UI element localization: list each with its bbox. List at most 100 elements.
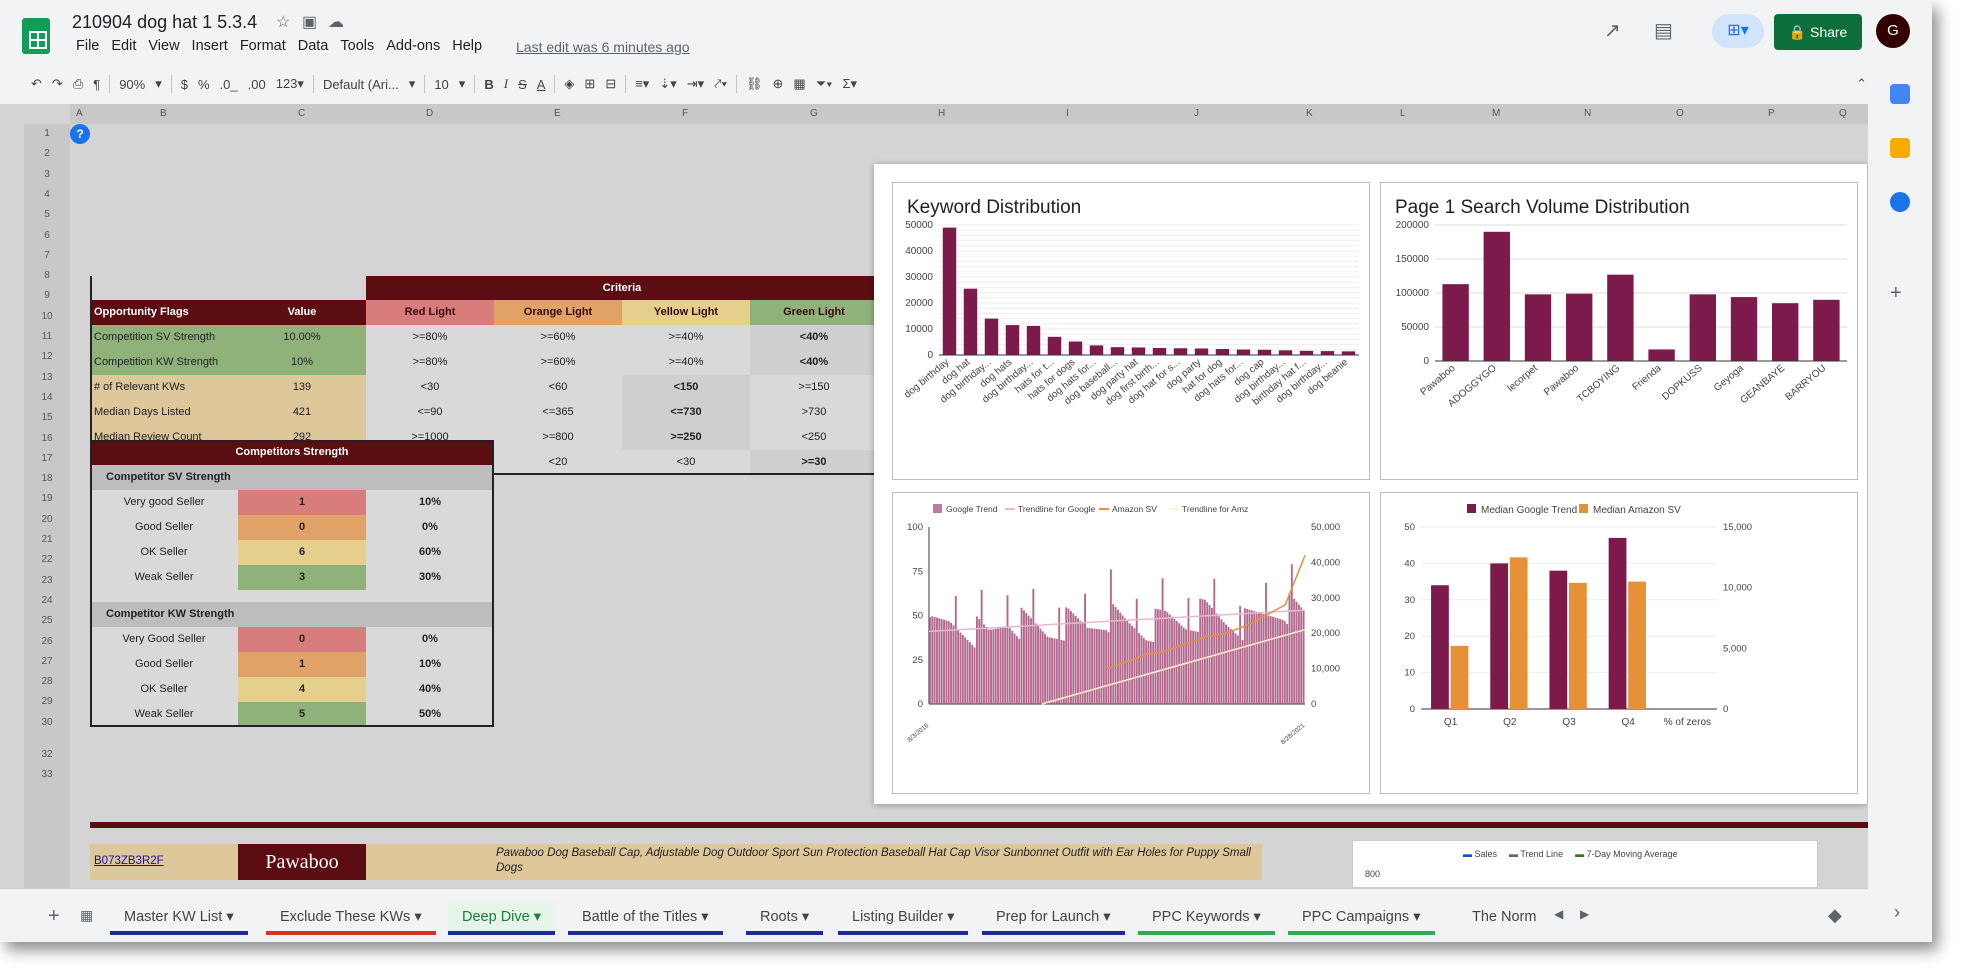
column-header[interactable]: M — [1492, 108, 1500, 119]
seller-percent[interactable]: 40% — [366, 677, 494, 702]
share-button[interactable]: 🔒 Share — [1774, 14, 1862, 50]
seller-count[interactable]: 1 — [238, 490, 366, 515]
seller-count[interactable]: 5 — [238, 702, 366, 727]
avatar[interactable]: G — [1876, 14, 1910, 48]
print-icon[interactable]: ⎙ — [73, 76, 83, 92]
seller-count[interactable]: 1 — [238, 652, 366, 677]
row-header[interactable]: 4 — [24, 189, 70, 200]
criteria-cell[interactable]: # of Relevant KWs — [90, 375, 238, 400]
sheet-tab[interactable]: Exclude These KWs ▾ — [266, 901, 436, 935]
sheet-tab[interactable]: Master KW List ▾ — [110, 901, 248, 935]
tab-scroll-right-icon[interactable]: ▶ — [1580, 907, 1589, 921]
menu-addons[interactable]: Add-ons — [380, 38, 446, 54]
bold-icon[interactable]: B — [484, 77, 493, 92]
seller-percent[interactable]: 10% — [366, 490, 494, 515]
text-wrap-icon[interactable]: ⇥▾ — [687, 76, 704, 92]
criteria-cell[interactable]: <40% — [750, 325, 878, 350]
column-header[interactable]: J — [1194, 108, 1199, 119]
criteria-cell[interactable]: 139 — [238, 375, 366, 400]
criteria-cell[interactable]: <250 — [750, 425, 878, 450]
redo-icon[interactable]: ↷ — [52, 76, 63, 92]
row-header[interactable]: 7 — [24, 250, 70, 261]
filter-icon[interactable]: ⏷▾ — [816, 76, 833, 92]
criteria-cell[interactable]: <30 — [366, 375, 494, 400]
seller-count[interactable]: 3 — [238, 565, 366, 590]
row-header[interactable]: 13 — [24, 372, 70, 383]
column-header[interactable]: B — [160, 108, 167, 119]
chevron-down-icon[interactable]: ▾ — [1099, 909, 1110, 925]
add-sheet-icon[interactable]: + — [48, 905, 60, 928]
strikethrough-icon[interactable]: S — [518, 77, 527, 92]
row-header[interactable]: 26 — [24, 636, 70, 647]
listing-title-cell[interactable]: Pawaboo Dog Baseball Cap, Adjustable Dog… — [366, 844, 1262, 880]
keep-icon[interactable] — [1890, 138, 1910, 158]
row-header[interactable]: 16 — [24, 433, 70, 444]
row-header[interactable]: 22 — [24, 554, 70, 565]
zoom-select[interactable]: 90% — [119, 77, 145, 92]
explore-icon[interactable]: ◆ — [1828, 905, 1842, 926]
row-header[interactable]: 30 — [24, 717, 70, 728]
criteria-cell[interactable]: >=150 — [750, 375, 878, 400]
comment-add-icon[interactable]: ⊕ — [772, 76, 783, 92]
criteria-cell[interactable]: >=60% — [494, 350, 622, 375]
criteria-cell[interactable]: <60 — [494, 375, 622, 400]
font-select[interactable]: Default (Ari... — [323, 77, 399, 92]
chart-icon[interactable]: ▦ — [793, 76, 805, 92]
percent-button[interactable]: % — [198, 77, 210, 92]
row-header[interactable]: 15 — [24, 412, 70, 423]
brand-cell[interactable]: Pawaboo — [238, 844, 366, 880]
menu-tools[interactable]: Tools — [334, 38, 380, 54]
chevron-down-icon[interactable]: ▾ — [155, 76, 162, 92]
row-header[interactable]: 2 — [24, 148, 70, 159]
column-header[interactable]: P — [1768, 108, 1775, 119]
criteria-cell[interactable]: 421 — [238, 400, 366, 425]
row-header[interactable]: 8 — [24, 270, 70, 281]
column-header[interactable]: F — [682, 108, 688, 119]
move-folder-icon[interactable]: ▣ — [302, 12, 317, 32]
column-header[interactable]: A — [76, 108, 83, 119]
menu-help[interactable]: Help — [446, 38, 488, 54]
criteria-cell[interactable]: <20 — [494, 450, 622, 475]
menu-format[interactable]: Format — [234, 38, 292, 54]
text-color-icon[interactable]: A — [537, 77, 546, 92]
row-header[interactable]: 19 — [24, 493, 70, 504]
seller-count[interactable]: 4 — [238, 677, 366, 702]
tasks-icon[interactable] — [1890, 192, 1910, 212]
row-header[interactable]: 11 — [24, 331, 70, 342]
quarter-median-chart[interactable]: Median Google Trend Median Amazon SV 0 10 20… — [1380, 492, 1858, 794]
row-header[interactable]: 10 — [24, 311, 70, 322]
seller-count[interactable]: 0 — [238, 627, 366, 652]
column-header[interactable]: L — [1400, 108, 1406, 119]
row-header[interactable]: 32 — [24, 749, 70, 760]
criteria-cell[interactable]: <30 — [622, 450, 750, 475]
document-title[interactable]: 210904 dog hat 1 5.3.4 — [72, 12, 257, 33]
asin-link[interactable]: B073ZB3R2F — [94, 855, 164, 867]
column-header[interactable]: C — [298, 108, 305, 119]
criteria-cell[interactable]: >=40% — [622, 350, 750, 375]
criteria-cell[interactable]: >=80% — [366, 350, 494, 375]
fill-color-icon[interactable]: ◈ — [564, 76, 574, 92]
row-header[interactable]: 14 — [24, 392, 70, 403]
chevron-down-icon[interactable]: ▾ — [798, 909, 809, 925]
criteria-cell[interactable]: Competition KW Strength — [90, 350, 238, 375]
chevron-down-icon[interactable]: ▾ — [222, 909, 233, 925]
sheet-tab[interactable]: Roots ▾ — [746, 901, 824, 935]
menu-insert[interactable]: Insert — [186, 38, 234, 54]
criteria-cell[interactable]: >=80% — [366, 325, 494, 350]
vertical-align-icon[interactable]: ⇣▾ — [659, 76, 676, 92]
menu-view[interactable]: View — [142, 38, 185, 54]
row-header[interactable]: 25 — [24, 615, 70, 626]
criteria-cell[interactable]: <=730 — [622, 400, 750, 425]
row-header[interactable]: 21 — [24, 534, 70, 545]
help-icon[interactable]: ? — [70, 124, 90, 144]
text-rotation-icon[interactable]: ⤤▾ — [714, 76, 727, 92]
search-volume-chart[interactable]: Page 1 Search Volume Distribution 0 50000… — [1380, 182, 1858, 480]
criteria-cell[interactable]: >=30 — [750, 450, 878, 475]
undo-icon[interactable]: ↶ — [31, 76, 42, 92]
row-header[interactable]: 5 — [24, 209, 70, 220]
paint-format-icon[interactable]: ¶ — [93, 77, 100, 92]
activity-trend-icon[interactable]: ↗ — [1604, 18, 1621, 43]
row-header[interactable]: 20 — [24, 514, 70, 525]
row-header[interactable]: 3 — [24, 169, 70, 180]
column-header[interactable]: H — [938, 108, 945, 119]
